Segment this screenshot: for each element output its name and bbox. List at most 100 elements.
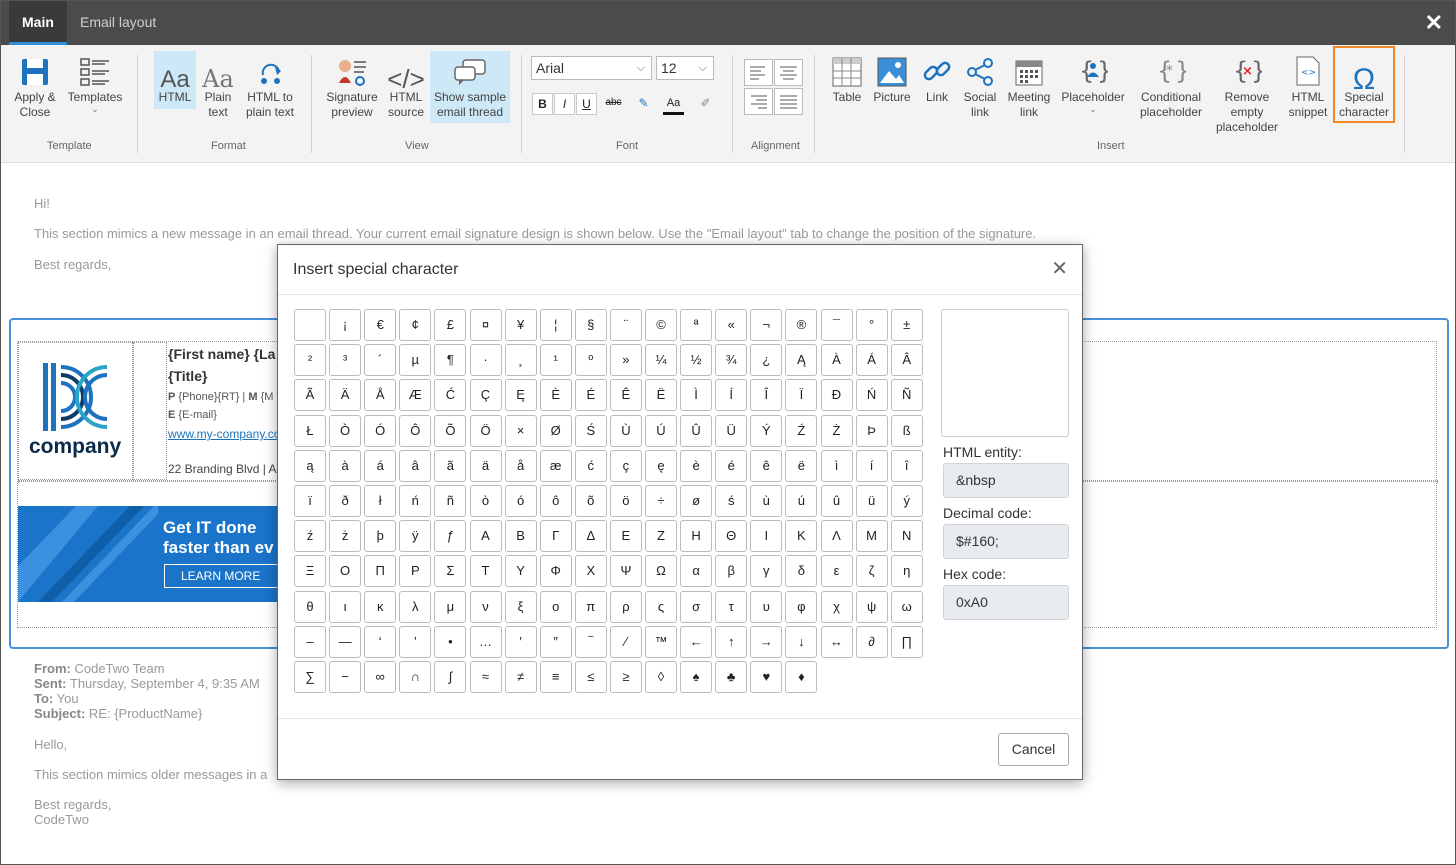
special-character-cell[interactable]: Þ	[855, 414, 888, 447]
special-character-cell[interactable]: ï	[294, 485, 326, 517]
special-character-cell[interactable]: Ź	[785, 414, 818, 447]
close-icon[interactable]: ✕	[1051, 259, 1068, 279]
special-character-cell[interactable]: ≡	[539, 661, 572, 693]
special-character-cell[interactable]: °	[855, 309, 888, 341]
special-character-cell[interactable]: ç	[609, 449, 642, 482]
special-character-cell[interactable]: Π	[364, 555, 397, 588]
special-character-cell[interactable]: á	[364, 449, 397, 482]
special-character-cell[interactable]: Ω	[645, 555, 677, 588]
special-character-cell[interactable]: ′	[504, 625, 537, 658]
special-character-cell[interactable]: ’	[399, 625, 432, 658]
special-character-cell[interactable]: ÿ	[399, 520, 432, 553]
show-sample-thread-button[interactable]: Show sample email thread	[430, 51, 510, 123]
special-character-cell[interactable]: ü	[855, 485, 888, 517]
special-character-cell[interactable]: →	[750, 625, 783, 658]
special-character-cell[interactable]: ¢	[399, 309, 432, 341]
special-character-cell[interactable]: Ã	[294, 379, 326, 412]
align-center-button[interactable]	[774, 59, 803, 86]
conditional-placeholder-button[interactable]: {}* Conditional placeholder	[1133, 51, 1209, 120]
html-entity-field[interactable]: &nbsp	[943, 463, 1069, 498]
special-character-cell[interactable]: Ð	[820, 379, 853, 412]
special-character-cell[interactable]: ð	[329, 485, 362, 517]
special-character-cell[interactable]: ś	[715, 485, 748, 517]
special-character-cell[interactable]: Υ	[504, 555, 537, 588]
special-character-cell[interactable]: −	[329, 661, 362, 693]
special-character-cell[interactable]: à	[329, 449, 362, 482]
special-character-cell[interactable]: Ú	[645, 414, 677, 447]
special-character-cell[interactable]: ò	[469, 485, 502, 517]
special-character-cell[interactable]: ¿	[750, 344, 783, 377]
special-character-cell[interactable]: â	[399, 449, 432, 482]
special-character-cell[interactable]: ¥	[504, 309, 537, 341]
special-character-cell[interactable]: Ý	[750, 414, 783, 447]
placeholder-button[interactable]: {} Placeholder ⌄	[1059, 51, 1127, 114]
special-character-cell[interactable]: Β	[504, 520, 537, 553]
font-color-button[interactable]: Aa	[663, 93, 684, 115]
special-character-cell[interactable]: è	[680, 449, 713, 482]
special-character-cell[interactable]: Ζ	[645, 520, 677, 553]
special-character-cell[interactable]: Ć	[434, 379, 467, 412]
special-character-cell[interactable]: ∩	[399, 661, 432, 693]
special-character-cell[interactable]: Ø	[539, 414, 572, 447]
special-character-cell[interactable]: Σ	[434, 555, 467, 588]
templates-button[interactable]: Templates ⌄	[65, 51, 125, 114]
special-character-cell[interactable]: ¨	[609, 309, 642, 341]
special-character-cell[interactable]: ê	[750, 449, 783, 482]
special-character-cell[interactable]: ◊	[645, 661, 677, 693]
special-character-cell[interactable]: Τ	[469, 555, 502, 588]
special-character-cell[interactable]: ń	[399, 485, 432, 517]
special-character-cell[interactable]: «	[715, 309, 748, 341]
special-character-cell[interactable]: ƒ	[434, 520, 467, 553]
special-character-cell[interactable]: æ	[539, 449, 572, 482]
special-character-cell[interactable]: È	[539, 379, 572, 412]
special-character-cell[interactable]: õ	[574, 485, 607, 517]
signature-banner[interactable]: Get IT done faster than ev LEARN MORE	[18, 506, 280, 602]
html-source-button[interactable]: </> HTML source	[385, 51, 427, 120]
highlight-icon[interactable]: ✎	[633, 93, 654, 115]
special-character-cell[interactable]: ì	[820, 449, 853, 482]
special-character-cell[interactable]: ∂	[855, 625, 888, 658]
special-character-cell[interactable]: Α	[469, 520, 502, 553]
special-character-cell[interactable]: π	[574, 590, 607, 623]
special-character-cell[interactable]: ö	[609, 485, 642, 517]
special-character-cell[interactable]: Ż	[820, 414, 853, 447]
special-character-cell[interactable]: î	[890, 449, 923, 482]
special-character-cell[interactable]: ↔	[820, 625, 853, 658]
special-character-cell[interactable]: Ą	[785, 344, 818, 377]
table-button[interactable]: Table	[828, 51, 866, 105]
special-character-cell[interactable]: ≠	[504, 661, 537, 693]
special-character-cell[interactable]: ♣	[715, 661, 748, 693]
special-character-cell[interactable]: ©	[645, 309, 677, 341]
special-character-cell[interactable]: ¯	[820, 309, 853, 341]
special-character-cell[interactable]: ∑	[294, 661, 326, 693]
special-character-cell[interactable]: ″	[539, 625, 572, 658]
special-character-cell[interactable]: ↓	[785, 625, 818, 658]
special-character-cell[interactable]: Å	[364, 379, 397, 412]
special-character-cell[interactable]: Ο	[329, 555, 362, 588]
special-character-cell[interactable]: Â	[890, 344, 923, 377]
special-character-cell[interactable]: ∏	[890, 625, 923, 658]
special-character-cell[interactable]: ο	[539, 590, 572, 623]
special-character-button[interactable]: Ω Special character	[1333, 46, 1395, 123]
html-snippet-button[interactable]: <> HTML snippet	[1285, 51, 1331, 120]
special-character-cell[interactable]: ♦	[785, 661, 818, 693]
special-character-cell[interactable]: Λ	[820, 520, 853, 553]
special-character-cell[interactable]: é	[715, 449, 748, 482]
special-character-cell[interactable]: Χ	[574, 555, 607, 588]
special-character-cell[interactable]: χ	[820, 590, 853, 623]
special-character-cell[interactable]: ⁄	[609, 625, 642, 658]
special-character-cell[interactable]: Γ	[539, 520, 572, 553]
align-right-button[interactable]	[744, 88, 773, 115]
special-character-cell[interactable]: Φ	[539, 555, 572, 588]
special-character-cell[interactable]: ³	[329, 344, 362, 377]
special-character-cell[interactable]: λ	[399, 590, 432, 623]
special-character-cell[interactable]: ×	[504, 414, 537, 447]
special-character-cell[interactable]: þ	[364, 520, 397, 553]
special-character-cell[interactable]: ą	[294, 449, 326, 482]
special-character-cell[interactable]: ¦	[539, 309, 572, 341]
special-character-cell[interactable]: θ	[294, 590, 326, 623]
html-to-plain-button[interactable]: HTML to plain text	[241, 51, 299, 120]
special-character-cell[interactable]: û	[820, 485, 853, 517]
special-character-cell[interactable]: γ	[750, 555, 783, 588]
special-character-cell[interactable]: Θ	[715, 520, 748, 553]
